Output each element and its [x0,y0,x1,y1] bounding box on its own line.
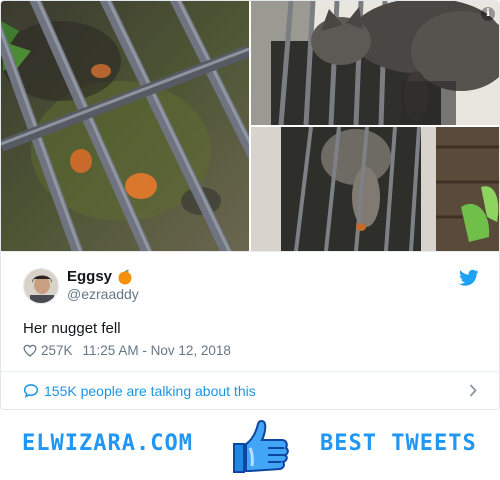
tweet-body: Eggsy @ezraaddy Her nugget fell 257K 11:… [1,251,499,371]
author-name-row[interactable]: Eggsy [67,268,133,285]
photo-cat-at-grate[interactable] [251,1,499,125]
thumbs-up-icon [233,420,289,473]
orange-emoji-icon [118,269,132,284]
conversation-link[interactable]: 155K people are talking about this [1,371,499,409]
conversation-text[interactable]: 155K people are talking about this [44,383,256,399]
tweet-text: Her nugget fell [23,320,121,337]
photo-cat-reaching[interactable] [251,127,499,251]
speech-bubble-icon [23,384,39,398]
chevron-right-icon[interactable] [469,384,477,397]
author-name[interactable]: Eggsy [67,268,112,285]
site-banner: ELWIZARA.COM BEST TWEETS [0,410,500,480]
avatar[interactable] [23,268,59,304]
photo-nugget-under-grate[interactable] [1,1,249,251]
tweet-timestamp[interactable]: 11:25 AM - Nov 12, 2018 [83,343,231,358]
author-handle[interactable]: @ezraaddy [67,286,139,302]
tweet-embed-card: i Eggsy @ezraaddy Her nugget fell 257K 1… [0,0,500,410]
banner-tagline: BEST TWEETS [320,431,477,456]
like-count[interactable]: 257K [41,343,73,358]
heart-icon[interactable] [23,344,37,357]
tweet-media[interactable]: i [1,1,499,251]
twitter-bird-icon[interactable] [459,269,479,287]
tweet-meta: 257K 11:25 AM - Nov 12, 2018 [23,343,231,358]
banner-site-name: ELWIZARA.COM [22,431,193,456]
info-icon[interactable]: i [481,7,495,21]
